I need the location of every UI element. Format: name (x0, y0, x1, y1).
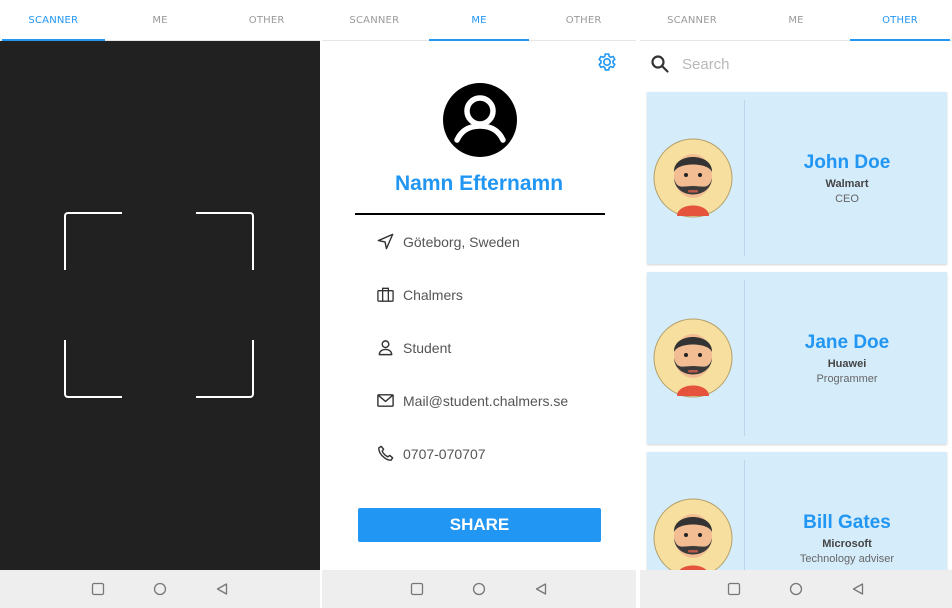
mail-icon (377, 394, 394, 407)
contact-card[interactable]: John Doe Walmart CEO (647, 92, 947, 264)
organization-text: Chalmers (403, 286, 463, 303)
tab-other[interactable]: OTHER (848, 0, 952, 41)
organization-row: Chalmers (376, 285, 463, 304)
contact-role: CEO (835, 193, 859, 205)
circle-icon (472, 582, 486, 596)
tab-other[interactable]: OTHER (531, 0, 636, 40)
recents-button[interactable] (67, 582, 129, 596)
contact-name: John Doe (803, 152, 891, 173)
profile-name: Namn Efternamn (394, 172, 564, 195)
profile-avatar-icon (443, 83, 517, 157)
search-bar[interactable]: Search (650, 50, 942, 78)
circle-icon (789, 582, 803, 596)
phone-row: 0707-070707 (376, 444, 486, 463)
email-row: Mail@student.chalmers.se (376, 391, 568, 410)
triangle-back-icon (852, 583, 864, 595)
tab-scanner[interactable]: SCANNER (0, 0, 107, 41)
square-icon (410, 582, 424, 596)
name-divider (355, 213, 605, 215)
back-button[interactable] (827, 582, 889, 596)
person-icon (378, 340, 393, 356)
scan-frame-corner-bottom-right (196, 340, 254, 398)
card-divider (744, 280, 745, 436)
home-button[interactable] (765, 582, 827, 596)
tab-bar: SCANNER ME OTHER (322, 0, 636, 41)
scan-frame-corner-top-left (64, 212, 122, 270)
search-input[interactable]: Search (682, 56, 730, 73)
occupation-row: Student (376, 338, 451, 357)
share-button[interactable]: SHARE (358, 508, 601, 542)
contact-card[interactable]: Jane Doe Huawei Programmer (647, 272, 947, 444)
home-button[interactable] (448, 582, 510, 596)
tab-bar: SCANNER ME OTHER (640, 0, 952, 41)
search-icon (651, 55, 669, 73)
avatar (653, 498, 733, 578)
me-screen: SCANNER ME OTHER Namn Efternamn Göteborg… (322, 0, 636, 608)
location-text: Göteborg, Sweden (403, 233, 520, 250)
email-text: Mail@student.chalmers.se (403, 392, 569, 409)
avatar (653, 318, 733, 398)
triangle-back-icon (216, 583, 228, 595)
system-nav-bar (640, 570, 952, 608)
scan-frame-corner-top-right (196, 212, 254, 270)
gear-icon[interactable] (595, 50, 619, 74)
tab-me[interactable]: ME (744, 0, 848, 40)
other-screen: SCANNER ME OTHER Search John Doe Walmart… (640, 0, 952, 608)
home-button[interactable] (129, 582, 191, 596)
location-row: Göteborg, Sweden (376, 232, 520, 251)
contact-name: Bill Gates (803, 512, 891, 533)
scanner-screen: SCANNER ME OTHER (0, 0, 320, 608)
phone-icon (378, 445, 394, 461)
back-button[interactable] (191, 582, 253, 596)
tab-me[interactable]: ME (107, 0, 214, 40)
recents-button[interactable] (386, 582, 448, 596)
system-nav-bar (0, 570, 320, 608)
recents-button[interactable] (703, 582, 765, 596)
briefcase-icon (377, 287, 394, 302)
contact-role: Programmer (816, 373, 878, 385)
contact-company: Microsoft (822, 538, 872, 550)
tab-scanner[interactable]: SCANNER (322, 0, 427, 40)
tab-other[interactable]: OTHER (213, 0, 320, 40)
back-button[interactable] (510, 582, 572, 596)
contact-name: Jane Doe (804, 332, 890, 353)
contact-role: Technology adviser (799, 553, 895, 565)
avatar (653, 138, 733, 218)
square-icon (91, 582, 105, 596)
location-arrow-icon (377, 233, 394, 250)
contact-company: Walmart (825, 178, 869, 190)
square-icon (727, 582, 741, 596)
camera-viewfinder[interactable] (0, 41, 320, 570)
system-nav-bar (322, 570, 636, 608)
phone-text: 0707-070707 (403, 445, 486, 462)
screens-row: SCANNER ME OTHER SCANNER ME OTHER Namn E… (0, 0, 952, 608)
tab-scanner[interactable]: SCANNER (640, 0, 744, 40)
tab-bar: SCANNER ME OTHER (0, 0, 320, 41)
triangle-back-icon (535, 583, 547, 595)
card-divider (744, 100, 745, 256)
occupation-text: Student (403, 339, 452, 356)
tab-me[interactable]: ME (427, 0, 532, 41)
scan-frame-corner-bottom-left (64, 340, 122, 398)
contact-company: Huawei (827, 358, 867, 370)
circle-icon (153, 582, 167, 596)
